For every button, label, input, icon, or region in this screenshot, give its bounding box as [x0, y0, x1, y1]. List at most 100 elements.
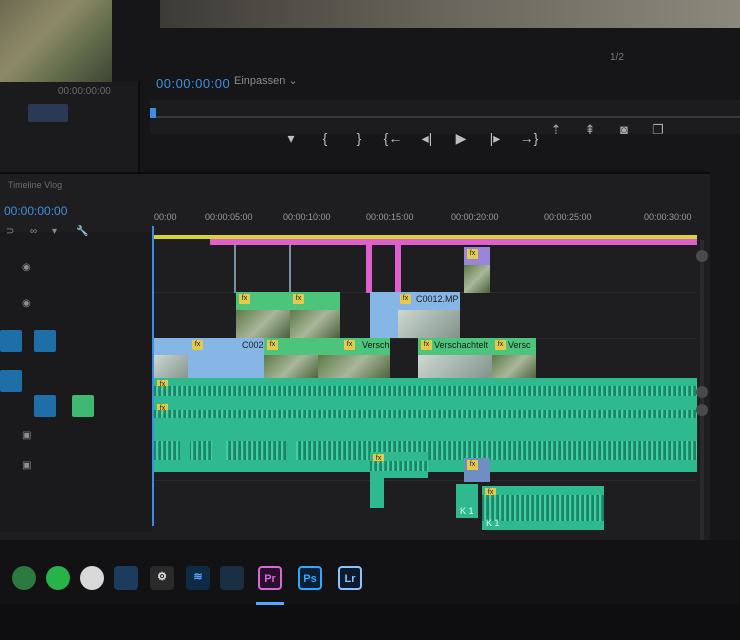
audio-clip[interactable]: fx — [154, 402, 697, 424]
audio-waveform — [482, 494, 604, 522]
lightroom-icon[interactable]: Lr — [338, 566, 362, 590]
app-icon[interactable] — [80, 566, 104, 590]
play-icon[interactable]: ▶ — [450, 127, 472, 149]
taskbar — [0, 540, 740, 604]
clip-thumbnail — [464, 265, 490, 293]
audio-clip[interactable]: fx — [370, 452, 428, 478]
video-clip-versc[interactable]: fx Versc — [492, 338, 536, 380]
clip-name: Versch — [362, 340, 390, 350]
out-point-icon[interactable]: } — [348, 127, 370, 149]
clip-name: C0024 — [242, 340, 264, 350]
audio-clip[interactable] — [286, 440, 296, 466]
audio-clip-k1[interactable]: K 1 — [456, 484, 478, 518]
step-back-icon[interactable]: ◂| — [416, 127, 438, 149]
video-clip[interactable] — [366, 245, 372, 293]
source-thumbnail — [0, 0, 112, 82]
clip-thumbnail — [318, 354, 390, 380]
marker-icon[interactable]: ▾ — [280, 127, 302, 149]
program-monitor-frame — [160, 0, 740, 28]
lift-icon[interactable]: ⇡ — [544, 120, 568, 140]
transport-controls: ▾ { } {← ◂| ▶ |▸ →} — [280, 126, 540, 150]
audio-waveform — [154, 409, 697, 419]
audio-clip[interactable]: fx — [464, 458, 490, 482]
add-marker-icon[interactable]: ▾ — [52, 226, 57, 237]
audio-waveform — [154, 386, 697, 396]
ruler-label: 00:00:25:00 — [544, 212, 592, 222]
clip-name: Versc — [508, 340, 531, 350]
app-icon[interactable]: ≋ — [186, 566, 210, 590]
source-control[interactable] — [28, 104, 68, 122]
linked-selection-icon[interactable]: ∞ — [30, 226, 37, 237]
track-divider — [152, 480, 697, 481]
timeline-settings-icon[interactable]: 🔧 — [76, 226, 88, 237]
app-icon[interactable]: ⚙ — [150, 566, 174, 590]
fx-badge: fx — [400, 294, 411, 304]
clip-thumbnail — [154, 354, 188, 380]
ruler-label: 00:00:30:00 — [644, 212, 692, 222]
toggle-track-output-icon[interactable]: ◉ — [22, 298, 31, 309]
monitor-extra-buttons: ⇡ ⇞ ◙ ❐ — [544, 120, 670, 140]
clip-name: K 1 — [486, 518, 500, 528]
video-clip[interactable]: fx — [264, 338, 318, 380]
video-clip-c0012[interactable]: fx C0012.MP — [370, 292, 460, 338]
app-icon[interactable] — [114, 566, 138, 590]
ruler-label: 00:00:05:00 — [205, 212, 253, 222]
ruler-label: 00:00:15:00 — [366, 212, 414, 222]
video-clip-versch[interactable]: fx Versch — [318, 338, 390, 380]
video-clip[interactable]: fx — [290, 292, 340, 338]
track-lock-icon[interactable]: ▣ — [22, 460, 31, 471]
scroll-handle[interactable] — [696, 250, 708, 262]
photoshop-icon[interactable]: Ps — [298, 566, 322, 590]
in-point-icon[interactable]: { — [314, 127, 336, 149]
fx-badge: fx — [192, 340, 203, 350]
active-indicator — [256, 602, 284, 605]
app-icon[interactable] — [12, 566, 36, 590]
track-target-v1[interactable] — [34, 330, 56, 352]
timeline-timecode[interactable]: 00:00:00:00 — [4, 204, 67, 218]
video-clip-c0024[interactable]: fx C0024 — [154, 338, 264, 380]
edit-point — [289, 245, 291, 293]
audio-clip[interactable] — [370, 478, 384, 508]
video-clip[interactable]: fx — [464, 247, 490, 293]
scroll-handle[interactable] — [696, 404, 708, 416]
toggle-track-output-icon[interactable]: ◉ — [22, 262, 31, 273]
extract-icon[interactable]: ⇞ — [578, 120, 602, 140]
export-frame-icon[interactable]: ◙ — [612, 120, 636, 140]
ruler-label: 00:00:20:00 — [451, 212, 499, 222]
audio-clip-k1[interactable]: fx K 1 — [482, 486, 604, 530]
clip-thumbnail — [290, 310, 340, 338]
sequence-tab[interactable]: Timeline Vlog — [8, 180, 62, 190]
mute-button[interactable] — [72, 395, 94, 417]
snap-icon[interactable]: ⊃ — [6, 226, 14, 237]
clip-thumbnail — [492, 354, 536, 380]
audio-clip[interactable] — [212, 436, 226, 460]
premiere-icon[interactable]: Pr — [258, 566, 282, 590]
monitor-scrub-bar[interactable] — [150, 116, 740, 118]
video-clip[interactable]: fx — [236, 292, 290, 338]
timeline-playhead[interactable] — [152, 226, 154, 526]
track-lock-icon[interactable]: ▣ — [22, 430, 31, 441]
fit-select[interactable]: Einpassen ⌄ — [234, 74, 298, 87]
clip-thumbnail — [418, 354, 492, 380]
program-timecode[interactable]: 00:00:00:00 — [156, 76, 230, 91]
go-to-out-icon[interactable]: →} — [518, 127, 540, 149]
monitor-playhead[interactable] — [150, 108, 156, 118]
resolution-select[interactable]: 1/2 — [610, 52, 624, 63]
track-target-a1[interactable] — [34, 395, 56, 417]
source-timecode[interactable]: 00:00:00:00 — [58, 86, 111, 97]
app-icon[interactable] — [220, 566, 244, 590]
audio-clip[interactable] — [180, 436, 190, 460]
clip-thumbnail — [264, 354, 318, 380]
video-clip[interactable] — [395, 245, 401, 293]
audio-clip[interactable]: fx — [154, 378, 697, 402]
scroll-handle[interactable] — [696, 386, 708, 398]
source-patch-v1[interactable] — [0, 330, 22, 352]
fx-badge: fx — [495, 340, 506, 350]
go-to-in-icon[interactable]: {← — [382, 127, 404, 149]
source-patch-a1[interactable] — [0, 370, 22, 392]
video-clip-verschachtelt[interactable]: fx Verschachtelt — [418, 338, 492, 380]
fx-badge: fx — [344, 340, 355, 350]
step-forward-icon[interactable]: |▸ — [484, 127, 506, 149]
whatsapp-icon[interactable] — [46, 566, 70, 590]
compare-icon[interactable]: ❐ — [646, 120, 670, 140]
